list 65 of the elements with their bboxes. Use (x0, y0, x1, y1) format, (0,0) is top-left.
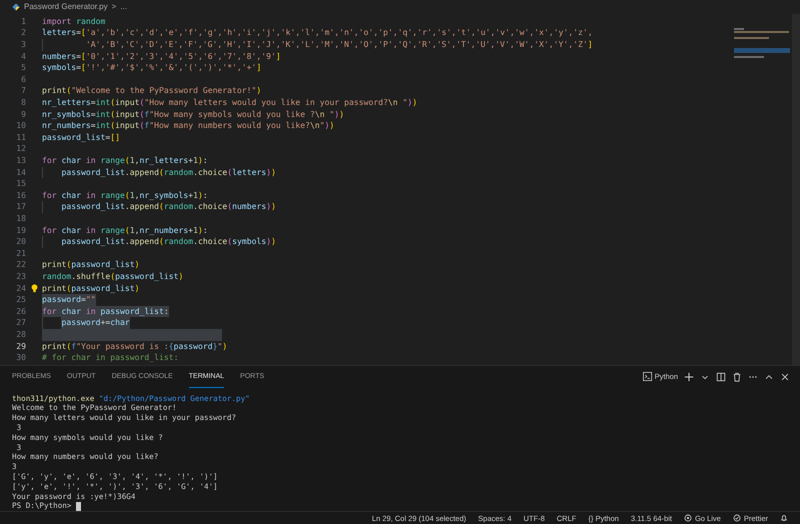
line-number: 30 (15, 352, 26, 364)
line-number: 3 (20, 39, 26, 51)
broadcast-icon (684, 514, 692, 522)
line-number: 2 (20, 27, 26, 40)
code-line: password_list.append(random.choice(symbols)) (61, 236, 276, 248)
line-number: 7 (20, 85, 26, 98)
cursor-icon (76, 502, 82, 511)
line-number: 4 (20, 50, 26, 62)
code-line: for char in range(1,nr_letters+1): (42, 155, 208, 167)
line-number: 24 (15, 282, 26, 294)
code-line: 'A','B','C','D','E','F','G','H','I','J','K','L','M','N','O','P','Q','R','S','T','U','V','W','X','Y','Z'] (86, 39, 593, 51)
breadcrumb-item[interactable]: Password Generator.py (24, 2, 108, 12)
code-line: random.shuffle(password_list) (42, 270, 184, 283)
line-number: 12 (15, 143, 26, 155)
line-number: 14 (15, 166, 26, 178)
line-number: 15 (15, 178, 26, 190)
line-number: 18 (15, 212, 26, 225)
line-number: 5 (20, 62, 26, 74)
code-line: password_list.append(random.choice(letters)) (61, 166, 276, 178)
chevron-icon: > (112, 2, 116, 12)
line-number: 20 (15, 236, 26, 248)
line-number: 22 (15, 259, 26, 271)
code-line: print(f"Your password is :{password}") (42, 340, 228, 352)
line-number: 13 (15, 155, 26, 167)
code-line: nr_symbols=int(input(f"How many symbols would you like ?\n ")) (42, 108, 344, 120)
bell-icon[interactable] (780, 514, 788, 522)
code-line: nr_letters=int(input("How many letters would you like in your password?\n ")) (42, 97, 418, 109)
line-number: 6 (20, 74, 26, 86)
code-line: password_list.append(random.choice(numbers)) (61, 201, 276, 213)
lightbulb-icon[interactable] (30, 284, 38, 293)
line-number: 23 (15, 270, 26, 283)
code-line: print("Welcome to the PyPassword Generator!") (42, 85, 262, 98)
code-line: password_list=[] (42, 132, 120, 144)
line-number: 16 (15, 190, 26, 202)
trash-icon[interactable] (732, 372, 742, 382)
split-icon[interactable] (716, 372, 726, 382)
code-line: # for char in password_list: (42, 352, 178, 364)
breadcrumb-item[interactable]: ... (120, 2, 127, 12)
plus-icon[interactable] (684, 372, 694, 382)
code-line: print(password_list) (42, 259, 140, 271)
code-line: nr_numbers=int(input(f"How many numbers would you like?\n")) (42, 120, 334, 132)
line-number: 9 (20, 108, 26, 120)
python-file-icon (12, 2, 20, 11)
close-icon[interactable] (780, 372, 790, 382)
code-line: symbols=['!','#','$','%','&','(',')','*','+'] (42, 62, 262, 74)
line-number: 10 (15, 120, 26, 132)
code-line: letters=['a','b','c','d','e','f','g','h','i','j','k','l','m','n','o','p','q','r','s','t','u','v','w','x','y','z', (42, 27, 593, 40)
terminal-icon (642, 372, 652, 382)
line-number: 8 (20, 97, 26, 109)
line-number: 21 (15, 248, 26, 260)
code-line: for char in range(1,nr_numbers+1): (42, 224, 208, 236)
check-circle-icon (732, 514, 741, 522)
line-number: 28 (15, 328, 26, 340)
line-number: 19 (15, 224, 26, 236)
line-number: 25 (15, 294, 26, 306)
code-line: for char in range(1,nr_symbols+1): (42, 190, 208, 202)
code-line: import random (42, 16, 106, 28)
line-number: 17 (15, 201, 26, 213)
line-number: 11 (15, 132, 26, 144)
code-line: numbers=['0','1','2','3','4','5','6','7','8','9'] (42, 50, 281, 62)
line-number: 27 (15, 317, 26, 329)
line-number: 29 (15, 340, 26, 352)
line-number: 26 (15, 306, 26, 318)
line-number: 1 (20, 16, 26, 28)
code-line: print(password_list) (42, 282, 140, 294)
